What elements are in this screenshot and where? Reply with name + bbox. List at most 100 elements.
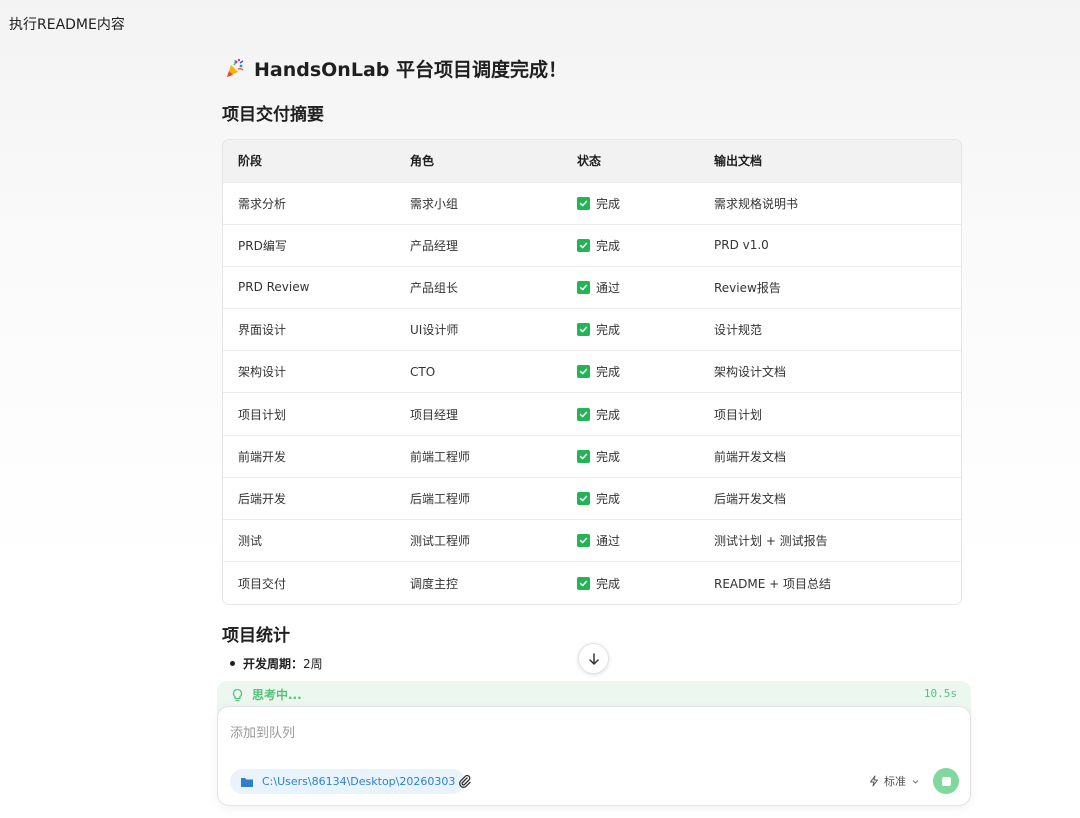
stop-button[interactable] [933, 768, 959, 794]
cell-role: 需求小组 [410, 196, 459, 211]
check-icon [577, 576, 590, 590]
cell-role: 产品组长 [410, 280, 459, 295]
status-text: 完成 [596, 238, 621, 253]
table-row: 需求分析 需求小组 完成 需求规格说明书 [223, 182, 961, 224]
table-header-row: 阶段 角色 状态 输出文档 [223, 140, 961, 182]
queue-input[interactable] [230, 721, 950, 745]
check-icon [577, 196, 590, 210]
status-text: 通过 [596, 534, 621, 549]
window-title: 执行README内容 [9, 17, 125, 33]
workspace-path-chip[interactable]: C:\Users\86134\Desktop\20260303 [230, 769, 466, 794]
stat-value: 2周 [303, 656, 323, 671]
status-text: 完成 [596, 407, 621, 422]
arrow-down-icon [588, 652, 599, 665]
table-row: 架构设计 CTO 完成 架构设计文档 [223, 350, 961, 393]
header-doc: 输出文档 [714, 154, 763, 169]
table-row: 界面设计 UI设计师 完成 设计规范 [223, 308, 961, 351]
cell-status: 完成 [562, 309, 699, 351]
cell-stage: 界面设计 [238, 323, 287, 338]
composer: C:\Users\86134\Desktop\20260303 标准 [217, 706, 971, 806]
message-content: HandsOnLab 平台项目调度完成！ 项目交付摘要 阶段 角色 状态 输出文… [222, 50, 962, 672]
cell-status: 完成 [562, 351, 699, 393]
party-popper-icon [227, 58, 244, 77]
cell-role: CTO [410, 364, 436, 379]
cell-role: 产品经理 [410, 238, 459, 253]
folder-icon [241, 777, 253, 787]
cell-stage: 项目计划 [238, 407, 287, 422]
cell-doc: 后端开发文档 [714, 491, 787, 506]
cell-status: 完成 [562, 182, 699, 224]
cell-stage: PRD编写 [238, 238, 287, 253]
status-text: 完成 [596, 491, 621, 506]
status-text: 通过 [596, 280, 621, 295]
check-icon [577, 365, 590, 379]
cell-doc: README + 项目总结 [714, 576, 831, 591]
attach-button[interactable] [455, 771, 475, 791]
cell-status: 完成 [562, 477, 699, 519]
lightbulb-icon [232, 688, 243, 701]
cell-status: 完成 [562, 224, 699, 266]
table-row: 项目交付 调度主控 完成 README + 项目总结 [223, 561, 961, 604]
cell-status: 完成 [562, 562, 699, 604]
cell-status: 完成 [562, 435, 699, 477]
summary-table: 阶段 角色 状态 输出文档 需求分析 需求小组 完成 需求规格说明书 PRD编写 产品经理… [222, 139, 962, 605]
cell-role: 前端工程师 [410, 449, 471, 464]
check-icon [577, 449, 590, 463]
check-icon [577, 407, 590, 421]
bullet [230, 660, 235, 666]
cell-doc: 测试计划 + 测试报告 [714, 534, 828, 549]
header-status: 状态 [577, 154, 602, 169]
table-row: PRD Review 产品组长 通过 Review报告 [223, 266, 961, 308]
check-icon [577, 491, 590, 505]
summary-title: 项目交付摘要 [222, 105, 324, 125]
check-icon [577, 534, 590, 548]
stat-key: 开发周期： [243, 656, 304, 671]
thinking-time: 10.5s [923, 687, 957, 700]
chevron-down-icon [912, 779, 919, 784]
cell-status: 完成 [562, 393, 699, 435]
stats-title: 项目统计 [222, 625, 290, 646]
main-heading-text: HandsOnLab 平台项目调度完成！ [254, 58, 567, 81]
cell-stage: 项目交付 [238, 576, 287, 591]
table-row: 前端开发 前端工程师 完成 前端开发文档 [223, 435, 961, 477]
cell-stage: 架构设计 [238, 365, 287, 380]
cell-stage: 前端开发 [238, 449, 287, 464]
cell-doc: 架构设计文档 [714, 365, 787, 380]
status-text: 完成 [596, 196, 621, 211]
cell-doc: 设计规范 [714, 323, 763, 338]
cell-doc: PRD v1.0 [714, 238, 769, 253]
status-text: 完成 [596, 576, 621, 591]
header-role: 角色 [410, 154, 435, 169]
mode-select[interactable]: 标准 [869, 771, 920, 791]
cell-status: 通过 [562, 266, 699, 308]
cell-doc: 需求规格说明书 [714, 196, 799, 211]
table-row: PRD编写 产品经理 完成 PRD v1.0 [223, 224, 961, 266]
check-icon [577, 323, 590, 337]
cell-role: 测试工程师 [410, 534, 471, 549]
cell-status: 通过 [562, 520, 699, 562]
header-stage: 阶段 [238, 154, 263, 169]
check-icon [577, 280, 590, 294]
cell-stage: PRD Review [238, 280, 310, 295]
main-heading: HandsOnLab 平台项目调度完成！ [224, 50, 962, 86]
stop-icon [941, 776, 951, 786]
scroll-to-bottom-button[interactable] [578, 643, 609, 674]
paperclip-icon [459, 774, 471, 788]
status-text: 完成 [596, 365, 621, 380]
lightning-icon [870, 775, 878, 787]
cell-doc: Review报告 [714, 280, 781, 295]
cell-role: 项目经理 [410, 407, 459, 422]
workspace-path: C:\Users\86134\Desktop\20260303 [262, 775, 456, 788]
thinking-label: 思考中... [252, 688, 302, 702]
cell-stage: 后端开发 [238, 491, 287, 506]
cell-role: 调度主控 [410, 576, 459, 591]
mode-label: 标准 [884, 775, 906, 788]
cell-stage: 测试 [238, 534, 263, 549]
table-row: 后端开发 后端工程师 完成 后端开发文档 [223, 477, 961, 519]
cell-role: 后端工程师 [410, 491, 471, 506]
status-text: 完成 [596, 449, 621, 464]
cell-stage: 需求分析 [238, 196, 287, 211]
table-row: 项目计划 项目经理 完成 项目计划 [223, 392, 961, 435]
cell-doc: 前端开发文档 [714, 449, 787, 464]
status-text: 完成 [596, 323, 621, 338]
